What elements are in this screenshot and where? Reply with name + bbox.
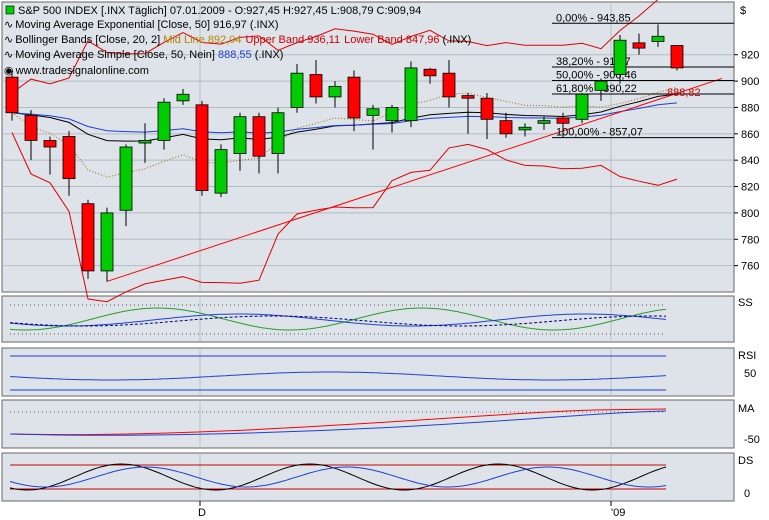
y-tick-label-880: 880 [741, 102, 759, 114]
candle-body-22 [423, 68, 437, 77]
currency-symbol: $ [740, 5, 746, 17]
ds-tick-0: 0 [744, 488, 750, 500]
candle-body-2 [43, 140, 57, 148]
candle-body-24 [461, 95, 475, 99]
y-tick-label-780: 780 [741, 234, 759, 246]
candle-body-9 [176, 93, 190, 102]
legend-sma: ∿ Moving Average Simple [Close, 50, Nein]… [4, 49, 283, 61]
legend-candle-icon [5, 5, 15, 15]
watermark: ◉ www.tradesignalonline.com [4, 65, 149, 77]
ma-panel [1, 399, 735, 449]
y-axis-ticks: 760 780 800 820 840 860 880 900 920 [734, 50, 759, 273]
y-tick-label-840: 840 [741, 155, 759, 167]
candle-body-10 [195, 104, 209, 191]
candle-body-34 [651, 35, 665, 42]
candle-body-25 [480, 97, 494, 120]
candle-body-17 [328, 85, 342, 98]
legend-sma-suffix: (.INX) [252, 49, 284, 61]
candle-body-5 [100, 212, 114, 272]
candle-body-15 [290, 72, 304, 108]
y-tick-label-860: 860 [741, 129, 759, 141]
candle-body-11 [214, 149, 228, 194]
panel-title-ds: DS [738, 455, 753, 467]
candle-body-14 [271, 112, 285, 154]
candle-body-26 [499, 120, 513, 135]
legend-sma-icon: ∿ [4, 49, 13, 61]
legend-bb-mid: Mid Line 892,04 [163, 34, 241, 46]
candle-body-8 [157, 101, 171, 141]
legend-bb-suffix: (.INX) [440, 34, 472, 46]
panel-title-ss: SS [738, 297, 753, 309]
candle-body-29 [556, 117, 570, 124]
y-tick-label-920: 920 [741, 50, 759, 62]
legend-ema-text: Moving Average Exponential [Close, 50] 9… [15, 19, 278, 31]
candle-body-35 [670, 45, 684, 69]
candle-body-3 [62, 136, 76, 180]
legend-bb-lower: Lower Band 847,96 [344, 34, 439, 46]
watermark-text: www.tradesignalonline.com [15, 65, 149, 77]
candle-body-13 [252, 116, 266, 157]
rsi-panel [1, 347, 735, 397]
panel-title-rsi: RSI [738, 350, 756, 362]
panel-title-ma: MA [738, 403, 755, 415]
fib-label-0: 0,00% - 943,85 [556, 12, 631, 24]
legend-title: S&P 500 INDEX [.INX Täglich] 07.01.2009 … [18, 5, 421, 17]
legend-ema: ∿ Moving Average Exponential [Close, 50] … [4, 19, 279, 31]
candle-body-23 [442, 72, 456, 98]
candle-body-20 [385, 107, 399, 122]
candle-body-31 [594, 80, 608, 91]
globe-icon: ◉ [4, 65, 14, 77]
y-tick-label-800: 800 [741, 208, 759, 220]
candle-body-27 [518, 126, 532, 131]
fib-label-4: 100,00% - 857,07 [556, 127, 643, 139]
candle-body-19 [366, 108, 380, 116]
legend-bb-prefix: Bollinger Bands [Close, 20, 2] [15, 34, 163, 46]
candle-body-33 [632, 42, 646, 49]
y-tick-label-760: 760 [741, 261, 759, 273]
ss-panel [1, 295, 735, 343]
legend-bb-icon: ∿ [4, 34, 13, 46]
y-tick-label-820: 820 [741, 182, 759, 194]
last-price-label: 888,82 [667, 87, 701, 99]
candle-body-16 [309, 74, 323, 98]
candle-body-12 [233, 116, 247, 154]
candle-body-18 [347, 76, 361, 119]
chart-canvas: 0,00% - 943,8538,20% - 910,750,00% - 900… [1, 0, 760, 519]
legend-sma-prefix: Moving Average Simple [Close, 50, Nein] [15, 49, 218, 61]
candle-body-28 [537, 120, 551, 124]
legend-bb-upper: Upper Band 936,11 [245, 34, 340, 46]
legend-ema-icon: ∿ [4, 19, 13, 31]
x-label-d: D [198, 507, 206, 519]
candle-body-7 [138, 140, 152, 144]
ds-panel [1, 452, 735, 502]
candle-body-4 [81, 203, 95, 272]
candle-body-21 [404, 67, 418, 122]
candle-body-32 [613, 39, 627, 75]
candle-body-30 [575, 93, 589, 120]
candle-body-1 [24, 114, 38, 141]
candle-body-6 [119, 146, 133, 211]
rsi-tick-50: 50 [744, 368, 756, 380]
y-tick-label-900: 900 [741, 76, 759, 88]
ma-tick-neg50: -50 [744, 434, 760, 446]
x-label-09: '09 [611, 507, 625, 519]
candle-body-0 [5, 76, 19, 114]
legend-sma-value: 888,55 [218, 49, 252, 61]
legend-bb: ∿ Bollinger Bands [Close, 20, 2] Mid Line… [4, 34, 471, 46]
